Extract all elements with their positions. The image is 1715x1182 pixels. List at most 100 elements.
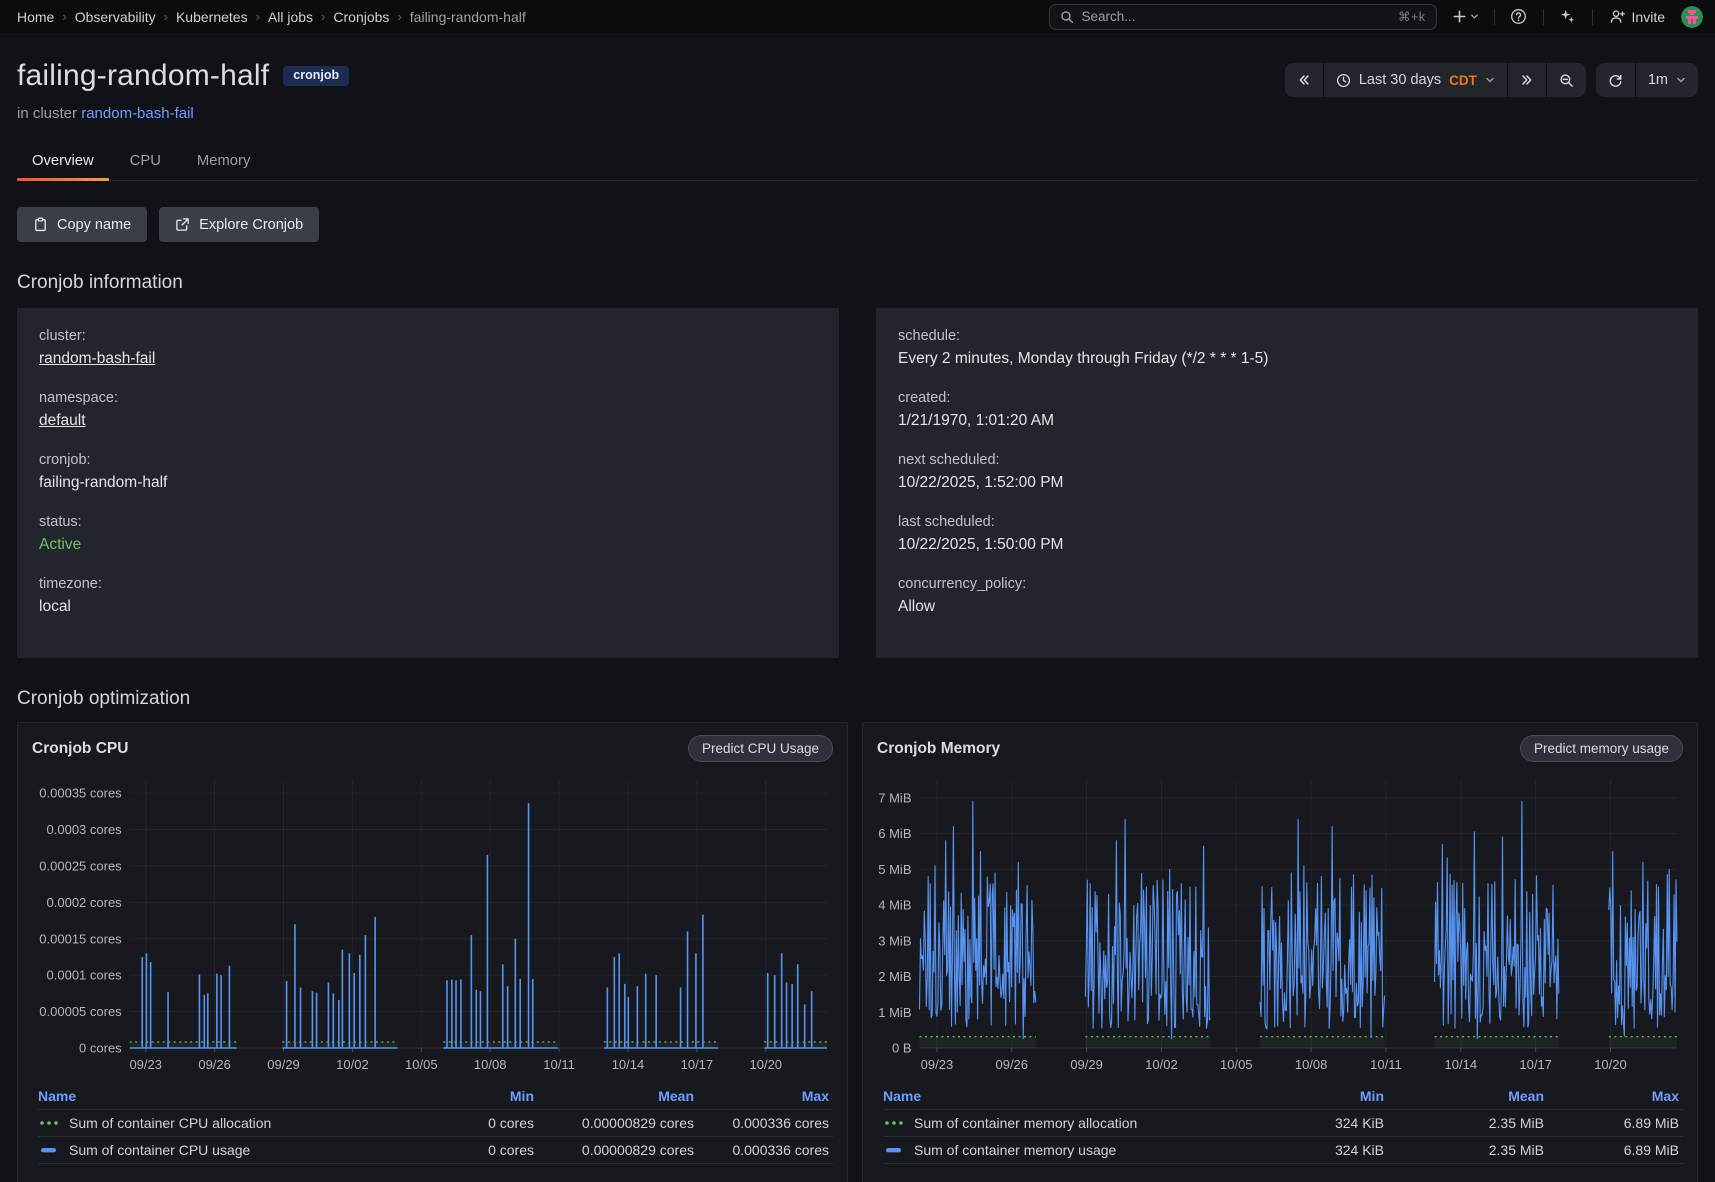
copy-name-button[interactable]: Copy name bbox=[17, 207, 147, 242]
tab-bar: OverviewCPUMemory bbox=[17, 144, 1698, 181]
svg-text:5 MiB: 5 MiB bbox=[878, 862, 911, 877]
invite-button[interactable]: Invite bbox=[1603, 8, 1671, 25]
legend-series-name[interactable]: Sum of container CPU usage bbox=[69, 1142, 250, 1158]
legend-series-name[interactable]: Sum of container CPU allocation bbox=[69, 1115, 271, 1131]
field-label: last scheduled: bbox=[898, 514, 1676, 530]
tab-cpu[interactable]: CPU bbox=[115, 144, 176, 180]
legend-row: Sum of container memory allocation 324 Ki… bbox=[883, 1110, 1683, 1137]
svg-text:4 MiB: 4 MiB bbox=[878, 898, 911, 913]
avatar-image bbox=[1681, 6, 1703, 28]
svg-text:09/29: 09/29 bbox=[267, 1057, 300, 1072]
breadcrumb-separator: › bbox=[321, 9, 325, 24]
svg-text:10/05: 10/05 bbox=[1220, 1057, 1253, 1072]
person-plus-icon bbox=[1609, 8, 1626, 25]
chevron-down-icon bbox=[1485, 75, 1495, 85]
field-value: 1/21/1970, 1:01:20 AM bbox=[898, 412, 1676, 430]
chevron-down-icon bbox=[1676, 75, 1686, 85]
svg-text:10/02: 10/02 bbox=[336, 1057, 369, 1072]
legend-value-mean: 0.00000829 cores bbox=[538, 1115, 698, 1131]
breadcrumb-item-home[interactable]: Home bbox=[17, 9, 54, 25]
time-shift-back-button[interactable] bbox=[1285, 63, 1323, 97]
legend-header-name[interactable]: Name bbox=[883, 1088, 1273, 1104]
legend-row: Sum of container CPU usage0 cores0.00000… bbox=[38, 1137, 833, 1164]
time-range-label: Last 30 days bbox=[1359, 72, 1441, 88]
svg-text:0 B: 0 B bbox=[892, 1041, 912, 1056]
svg-text:09/29: 09/29 bbox=[1070, 1057, 1103, 1072]
field-value[interactable]: random-bash-fail bbox=[39, 350, 817, 368]
explore-cronjob-label: Explore Cronjob bbox=[199, 217, 303, 233]
time-shift-forward-button[interactable] bbox=[1508, 63, 1546, 97]
svg-text:10/14: 10/14 bbox=[1445, 1057, 1478, 1072]
time-range-picker[interactable]: Last 30 days CDT bbox=[1324, 63, 1507, 97]
breadcrumb-separator: › bbox=[62, 9, 66, 24]
legend-header-max[interactable]: Max bbox=[698, 1088, 833, 1104]
legend-value-max: 6.89 MiB bbox=[1548, 1142, 1683, 1158]
zoom-out-button[interactable] bbox=[1547, 63, 1586, 97]
page-title: failing-random-half bbox=[17, 59, 269, 93]
legend-row: Sum of container CPU allocation0 cores0.… bbox=[38, 1110, 833, 1137]
breadcrumb-item-kubernetes[interactable]: Kubernetes bbox=[176, 9, 248, 25]
cluster-link[interactable]: random-bash-fail bbox=[81, 105, 194, 122]
time-range-group: Last 30 days CDT bbox=[1285, 63, 1586, 97]
field-label: created: bbox=[898, 390, 1676, 406]
svg-text:10/20: 10/20 bbox=[750, 1057, 783, 1072]
legend-header-min[interactable]: Min bbox=[423, 1088, 538, 1104]
svg-text:10/11: 10/11 bbox=[1370, 1057, 1402, 1072]
info-field: schedule:Every 2 minutes, Monday through… bbox=[898, 328, 1676, 368]
legend-header-max[interactable]: Max bbox=[1548, 1088, 1683, 1104]
breadcrumb-item-failing-random-half: failing-random-half bbox=[410, 9, 526, 25]
field-value[interactable]: default bbox=[39, 412, 817, 430]
predict-button[interactable]: Predict memory usage bbox=[1520, 735, 1683, 762]
info-field: concurrency_policy:Allow bbox=[898, 576, 1676, 616]
chart-title: Cronjob Memory bbox=[877, 740, 1000, 758]
add-button[interactable] bbox=[1447, 4, 1484, 30]
predict-button[interactable]: Predict CPU Usage bbox=[688, 735, 833, 762]
breadcrumb-separator: › bbox=[164, 9, 168, 24]
svg-text:1 MiB: 1 MiB bbox=[878, 1005, 911, 1020]
refresh-button[interactable] bbox=[1596, 63, 1635, 97]
chart-header: Cronjob Memory Predict memory usage bbox=[863, 723, 1697, 766]
svg-text:0.00005 cores: 0.00005 cores bbox=[39, 1004, 122, 1019]
legend-value-max: 6.89 MiB bbox=[1548, 1115, 1683, 1131]
svg-text:10/08: 10/08 bbox=[1295, 1057, 1328, 1072]
user-avatar[interactable] bbox=[1681, 6, 1703, 28]
breadcrumb-item-observability[interactable]: Observability bbox=[75, 9, 156, 25]
refresh-group: 1m bbox=[1596, 63, 1698, 97]
legend-value-min: 324 KiB bbox=[1273, 1115, 1388, 1131]
chevron-down-icon bbox=[1470, 12, 1479, 21]
legend-header-mean[interactable]: Mean bbox=[538, 1088, 698, 1104]
legend-value-max: 0.000336 cores bbox=[698, 1142, 833, 1158]
legend-header-row: NameMinMeanMax bbox=[38, 1083, 833, 1110]
dotted-line-series-icon bbox=[883, 1119, 905, 1127]
breadcrumb-item-all-jobs[interactable]: All jobs bbox=[268, 9, 313, 25]
explore-cronjob-button[interactable]: Explore Cronjob bbox=[159, 207, 319, 242]
field-label: schedule: bbox=[898, 328, 1676, 344]
legend-row: Sum of container memory usage324 KiB2.35… bbox=[883, 1137, 1683, 1164]
svg-text:10/05: 10/05 bbox=[405, 1057, 438, 1072]
svg-text:0.0002 cores: 0.0002 cores bbox=[47, 895, 123, 910]
info-field: cluster:random-bash-fail bbox=[39, 328, 817, 368]
svg-text:0.0001 cores: 0.0001 cores bbox=[47, 968, 123, 983]
legend-value-max: 0.000336 cores bbox=[698, 1115, 833, 1131]
cronjob-info-panel-left: cluster:random-bash-failnamespace:defaul… bbox=[17, 308, 839, 658]
legend-header-name[interactable]: Name bbox=[38, 1088, 423, 1104]
info-field: cronjob:failing-random-half bbox=[39, 452, 817, 492]
legend-series-name[interactable]: Sum of container memory usage bbox=[914, 1142, 1116, 1158]
field-value: local bbox=[39, 598, 817, 616]
chart-plot-area[interactable]: 0 cores0.00005 cores0.0001 cores0.00015 … bbox=[18, 766, 847, 1079]
chart-header: Cronjob CPUPredict CPU Usage bbox=[18, 723, 847, 766]
svg-text:10/14: 10/14 bbox=[612, 1057, 645, 1072]
chart-plot-area[interactable]: 0 B1 MiB2 MiB3 MiB4 MiB5 MiB6 MiB7 MiB09… bbox=[863, 766, 1697, 1079]
search-input[interactable]: Search... ⌘+k bbox=[1049, 4, 1437, 30]
tab-overview[interactable]: Overview bbox=[17, 144, 109, 180]
help-button[interactable] bbox=[1505, 4, 1533, 30]
refresh-interval-picker[interactable]: 1m bbox=[1636, 63, 1698, 97]
legend-header-min[interactable]: Min bbox=[1273, 1088, 1388, 1104]
ai-assistant-button[interactable] bbox=[1554, 4, 1582, 30]
legend-series-name[interactable]: Sum of container memory allocation bbox=[914, 1115, 1137, 1131]
field-label: concurrency_policy: bbox=[898, 576, 1676, 592]
tab-memory[interactable]: Memory bbox=[182, 144, 265, 180]
clock-icon bbox=[1336, 73, 1351, 88]
breadcrumb-item-cronjobs[interactable]: Cronjobs bbox=[333, 9, 389, 25]
legend-header-mean[interactable]: Mean bbox=[1388, 1088, 1548, 1104]
